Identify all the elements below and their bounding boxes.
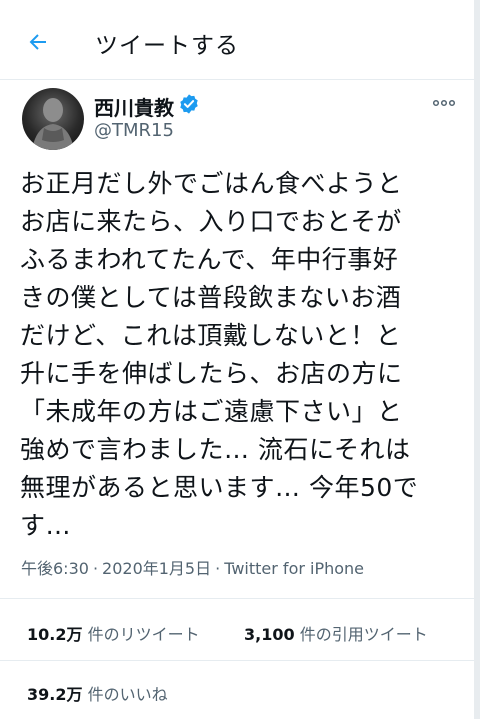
likes-stat[interactable]: 39.2万 件のいいね xyxy=(27,681,168,705)
retweets-count: 10.2万 xyxy=(27,625,83,644)
tweet-date[interactable]: 2020年1月5日 xyxy=(102,559,211,578)
display-name[interactable]: 西川貴教 xyxy=(94,92,174,121)
verified-badge-icon xyxy=(180,94,198,114)
meta-separator: · xyxy=(215,559,221,578)
page-title: ツイートする xyxy=(95,33,239,59)
quotes-stat[interactable]: 3,100 件の引用ツイート xyxy=(244,621,428,645)
top-bar: ツイートする xyxy=(0,0,480,80)
divider xyxy=(0,598,474,599)
tweet-time[interactable]: 午後6:30 xyxy=(21,559,89,578)
retweets-stat[interactable]: 10.2万 件のリツイート xyxy=(27,621,200,645)
user-handle[interactable]: @TMR15 xyxy=(94,120,174,141)
back-button[interactable] xyxy=(18,22,58,62)
quotes-label: 件の引用ツイート xyxy=(299,625,428,644)
divider xyxy=(0,660,474,661)
more-options-icon xyxy=(432,99,456,107)
avatar[interactable] xyxy=(22,88,84,150)
tweet-source[interactable]: Twitter for iPhone xyxy=(224,559,364,578)
quotes-count: 3,100 xyxy=(244,625,295,644)
more-options-button[interactable] xyxy=(427,91,461,115)
meta-separator: · xyxy=(92,559,99,578)
likes-label: 件のいいね xyxy=(87,685,168,704)
arrow-left-icon xyxy=(29,34,46,50)
retweets-label: 件のリツイート xyxy=(87,625,200,644)
tweet-author: 西川貴教 @TMR15 xyxy=(22,86,462,152)
avatar-image xyxy=(32,98,74,150)
tweet-text: お正月だし外でごはん食べようと お店に来たら、入り口でおとそが ふるまわれてたん… xyxy=(20,169,419,540)
scrollbar-track[interactable] xyxy=(474,0,480,719)
tweet-metadata: 午後6:30 · 2020年1月5日 · Twitter for iPhone xyxy=(21,555,364,579)
likes-count: 39.2万 xyxy=(27,685,83,704)
